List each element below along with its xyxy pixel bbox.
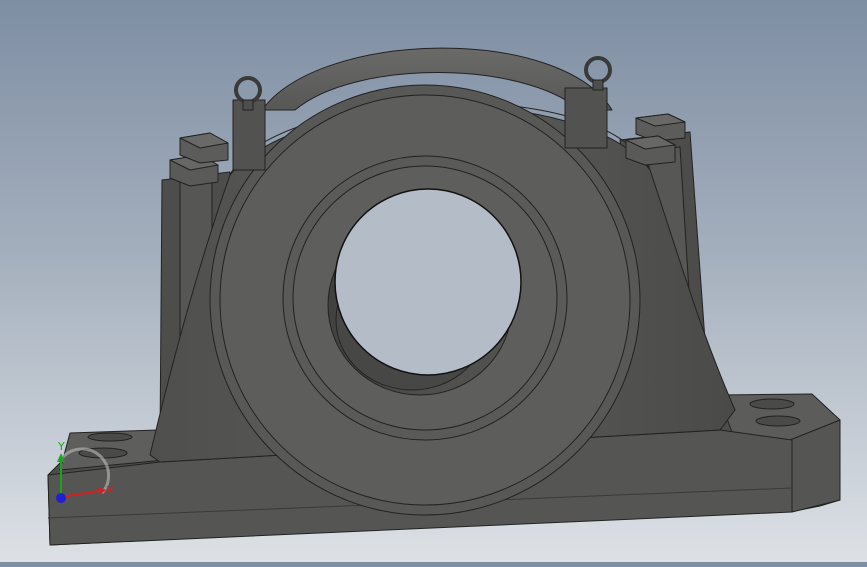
bolt-hole xyxy=(749,398,795,410)
lifting-eye-bolt xyxy=(234,76,262,104)
lifting-eye-bolt xyxy=(584,56,612,84)
coordinate-triad: X Y xyxy=(46,438,126,513)
bolt-hole xyxy=(755,415,801,427)
x-axis-label: X xyxy=(106,484,114,497)
triad-plane-arc xyxy=(60,447,111,494)
bore-opening xyxy=(334,188,522,376)
z-axis-dot xyxy=(56,493,66,503)
x-axis xyxy=(60,490,99,498)
cad-3d-viewport[interactable]: X Y xyxy=(0,0,867,562)
model-render[interactable] xyxy=(0,0,867,562)
bolt-post xyxy=(564,87,608,149)
y-axis-label: Y xyxy=(57,440,65,453)
